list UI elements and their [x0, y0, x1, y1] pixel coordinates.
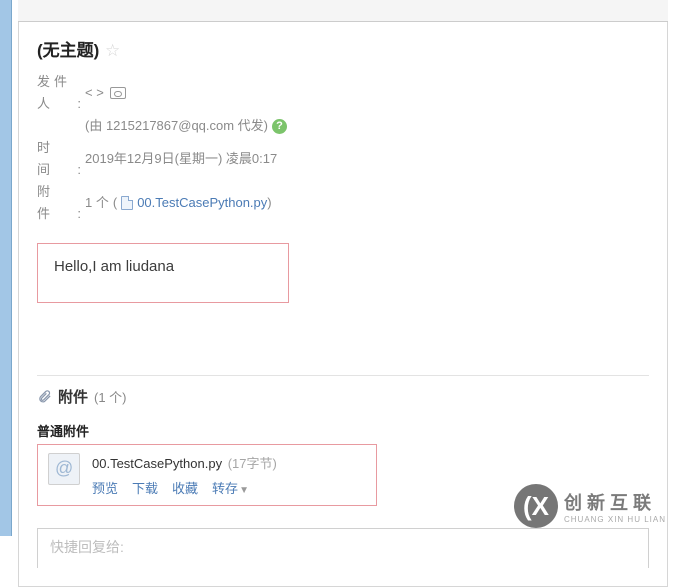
- mail-body-text: Hello,I am liudana: [54, 258, 272, 275]
- watermark-text: 创新互联 CHUANG XIN HU LIAN: [564, 489, 666, 524]
- attachment-subheader: 普通附件: [37, 421, 649, 440]
- attachment-info: 00.TestCasePython.py (17字节) 预览 下载 收藏 转存▼: [92, 453, 366, 497]
- attachment-header: 附件 (1 个): [37, 386, 649, 407]
- contact-card-icon[interactable]: [110, 87, 126, 99]
- op-forward-label: 转存: [212, 481, 238, 496]
- quick-reply-bar[interactable]: [37, 528, 649, 568]
- sender-label: 发件人:: [37, 71, 85, 115]
- attachment-header-count: (1 个): [94, 387, 127, 406]
- watermark-logo-icon: (X: [514, 484, 558, 528]
- mail-body-box: Hello,I am liudana: [37, 243, 289, 303]
- attach-label: 附 件:: [37, 181, 85, 225]
- sender-value: < >: [85, 82, 104, 104]
- attach-paren-open: (: [113, 192, 117, 214]
- attachment-name: 00.TestCasePython.py: [92, 456, 222, 471]
- chevron-down-icon: ▼: [239, 485, 249, 496]
- paperclip-icon: [37, 389, 52, 404]
- op-download[interactable]: 下载: [132, 478, 158, 497]
- time-row: 时 间: 2019年12月9日(星期一) 凌晨0:17: [37, 137, 649, 181]
- attach-paren-close: ): [267, 192, 271, 214]
- op-forward[interactable]: 转存▼: [212, 478, 249, 497]
- file-icon: [121, 196, 133, 210]
- subject-text: (无主题): [37, 41, 99, 60]
- proxy-text: (由 1215217867@qq.com 代发): [85, 115, 268, 137]
- watermark: (X 创新互联 CHUANG XIN HU LIAN: [514, 484, 666, 528]
- quick-reply-input[interactable]: [50, 539, 636, 555]
- op-preview[interactable]: 预览: [92, 478, 118, 497]
- time-label: 时 间:: [37, 137, 85, 181]
- proxy-row: (由 1215217867@qq.com 代发) ?: [37, 115, 649, 137]
- attach-row: 附 件: 1 个 ( 00.TestCasePython.py ): [37, 181, 649, 225]
- attachment-item: 00.TestCasePython.py (17字节) 预览 下载 收藏 转存▼: [37, 444, 377, 506]
- star-icon[interactable]: ☆: [105, 41, 120, 60]
- attach-count: 1 个: [85, 192, 109, 214]
- subject-row: (无主题) ☆: [37, 36, 649, 61]
- sender-row: 发件人: < >: [37, 71, 649, 115]
- left-sidebar-strip: [0, 0, 12, 536]
- attachment-name-row: 00.TestCasePython.py (17字节): [92, 453, 366, 472]
- meta-block: 发件人: < > (由 1215217867@qq.com 代发) ? 时 间:…: [37, 71, 649, 225]
- time-value: 2019年12月9日(星期一) 凌晨0:17: [85, 148, 277, 170]
- attachment-file-icon: [48, 453, 80, 485]
- watermark-line2: CHUANG XIN HU LIAN: [564, 515, 666, 524]
- op-favorite[interactable]: 收藏: [172, 478, 198, 497]
- attachment-ops: 预览 下载 收藏 转存▼: [92, 478, 366, 497]
- toolbar-stub: [18, 0, 668, 22]
- watermark-line1: 创新互联: [564, 489, 666, 515]
- help-icon[interactable]: ?: [272, 119, 287, 134]
- attachment-link[interactable]: 00.TestCasePython.py: [137, 192, 267, 214]
- attachment-header-text: 附件: [58, 386, 88, 407]
- attachment-size: (17字节): [228, 456, 277, 471]
